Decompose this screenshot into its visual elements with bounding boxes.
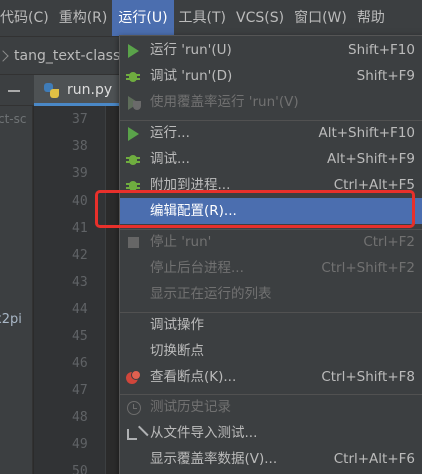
menu-item-debug-actions[interactable]: 调试操作 — [120, 312, 422, 338]
run-icon — [126, 43, 142, 59]
collapse-icon[interactable] — [8, 90, 20, 92]
menu-item-run-run[interactable]: 运行 'run'(U) Shift+F10 — [120, 37, 422, 63]
stop-icon — [126, 235, 142, 251]
menu-refactor[interactable]: 重构(R) — [54, 0, 113, 36]
menu-item-shortcut: Shift+F9 — [356, 68, 415, 84]
line-number-gutter: 37 38 39 40 41 42 43 44 45 46 47 48 49 5… — [34, 106, 106, 474]
menu-item-label: 使用覆盖率运行 'run'(V) — [150, 94, 299, 110]
line-number: 46 — [72, 356, 88, 371]
menu-item-view-breakpoints[interactable]: 查看断点(K)... Ctrl+Shift+F8 — [120, 364, 422, 390]
menu-item-label: 查看断点(K)... — [150, 369, 237, 385]
line-number: 44 — [72, 302, 88, 317]
menu-item-test-history[interactable]: 测试历史记录 — [120, 394, 422, 420]
menu-item-label: 显示正在运行的列表 — [150, 286, 272, 302]
menu-item-label: 调试操作 — [150, 317, 204, 333]
menu-code[interactable]: 代码(C) — [0, 0, 54, 36]
menu-item-debug-run[interactable]: 调试 'run'(D) Shift+F9 — [120, 63, 422, 89]
history-icon — [126, 400, 142, 416]
line-number: 47 — [72, 383, 88, 398]
debug-icon — [126, 152, 142, 168]
line-number: 38 — [72, 139, 88, 154]
line-number: 37 — [72, 112, 88, 127]
menubar: 代码(C) 重构(R) 运行(U) 工具(T) VCS(S) 窗口(W) 帮助 — [0, 0, 422, 36]
menu-item-shortcut: Ctrl+Shift+F8 — [321, 369, 415, 385]
menu-item-label: 运行... — [150, 125, 190, 141]
line-number: 45 — [72, 329, 88, 344]
menu-item-shortcut: Shift+F10 — [348, 42, 415, 58]
menu-item-shortcut: Ctrl+Shift+F2 — [321, 260, 415, 276]
import-icon — [126, 425, 149, 442]
menu-item-shortcut: Ctrl+F2 — [363, 234, 415, 250]
python-file-icon — [44, 83, 59, 98]
project-tree-item[interactable]: x2pi — [0, 312, 22, 327]
menu-item-show-running-list[interactable]: 显示正在运行的列表 — [120, 281, 422, 307]
line-number: 49 — [72, 437, 88, 452]
line-number: 43 — [72, 275, 88, 290]
menu-item-shortcut: Ctrl+Alt+F6 — [333, 451, 415, 467]
menu-item-label: 调试 'run'(D) — [150, 68, 233, 84]
project-tree-item[interactable]: ct-sc — [0, 112, 26, 126]
menu-item-debug-dots[interactable]: 调试... Alt+Shift+F9 — [120, 146, 422, 172]
menu-item-stop-run[interactable]: 停止 'run' Ctrl+F2 — [120, 229, 422, 255]
run-icon — [126, 126, 142, 142]
menu-item-label: 从文件导入测试... — [150, 425, 258, 441]
menu-tools[interactable]: 工具(T) — [174, 0, 231, 36]
menu-vcs[interactable]: VCS(S) — [231, 0, 289, 36]
menu-item-label: 显示覆盖率数据(V)... — [150, 451, 278, 467]
menu-run[interactable]: 运行(U) — [112, 0, 174, 36]
debug-icon — [126, 69, 142, 85]
line-number: 39 — [72, 166, 88, 181]
breadcrumb-project[interactable]: tang_text-class — [14, 48, 120, 64]
breakpoints-icon — [126, 370, 142, 386]
menu-item-label: 切换断点 — [150, 343, 204, 359]
menu-item-label: 测试历史记录 — [150, 399, 231, 415]
line-number: 48 — [72, 410, 88, 425]
tab-run-py[interactable]: run.py — [34, 75, 130, 106]
annotation-highlight-box — [95, 190, 415, 228]
menu-item-toggle-breakpoint[interactable]: 切换断点 — [120, 338, 422, 364]
line-number: 50 — [72, 464, 88, 474]
menu-item-label: 调试... — [150, 151, 190, 167]
menu-help[interactable]: 帮助 — [352, 0, 390, 36]
menu-item-run-with-coverage[interactable]: 使用覆盖率运行 'run'(V) — [120, 89, 422, 115]
line-number: 42 — [72, 248, 88, 263]
run-menu-dropdown: 运行 'run'(U) Shift+F10 调试 'run'(D) Shift+… — [119, 35, 422, 474]
project-panel: ct-sc x2pi — [0, 106, 33, 474]
menu-item-label: 停止后台进程... — [150, 260, 244, 276]
menu-item-import-tests[interactable]: 从文件导入测试... — [120, 420, 422, 446]
menu-item-show-coverage-data[interactable]: 显示覆盖率数据(V)... Ctrl+Alt+F6 — [120, 446, 422, 472]
menu-item-label: 停止 'run' — [150, 234, 212, 250]
menu-item-run-dots[interactable]: 运行... Alt+Shift+F10 — [120, 120, 422, 146]
chevron-right-icon — [0, 50, 12, 62]
menu-item-stop-background[interactable]: 停止后台进程... Ctrl+Shift+F2 — [120, 255, 422, 281]
coverage-icon — [126, 95, 142, 111]
menu-window[interactable]: 窗口(W) — [289, 0, 352, 36]
menu-item-shortcut: Alt+Shift+F10 — [318, 125, 415, 141]
menu-item-label: 运行 'run'(U) — [150, 42, 232, 58]
tab-label: run.py — [67, 82, 113, 98]
menu-item-shortcut: Alt+Shift+F9 — [327, 151, 415, 167]
